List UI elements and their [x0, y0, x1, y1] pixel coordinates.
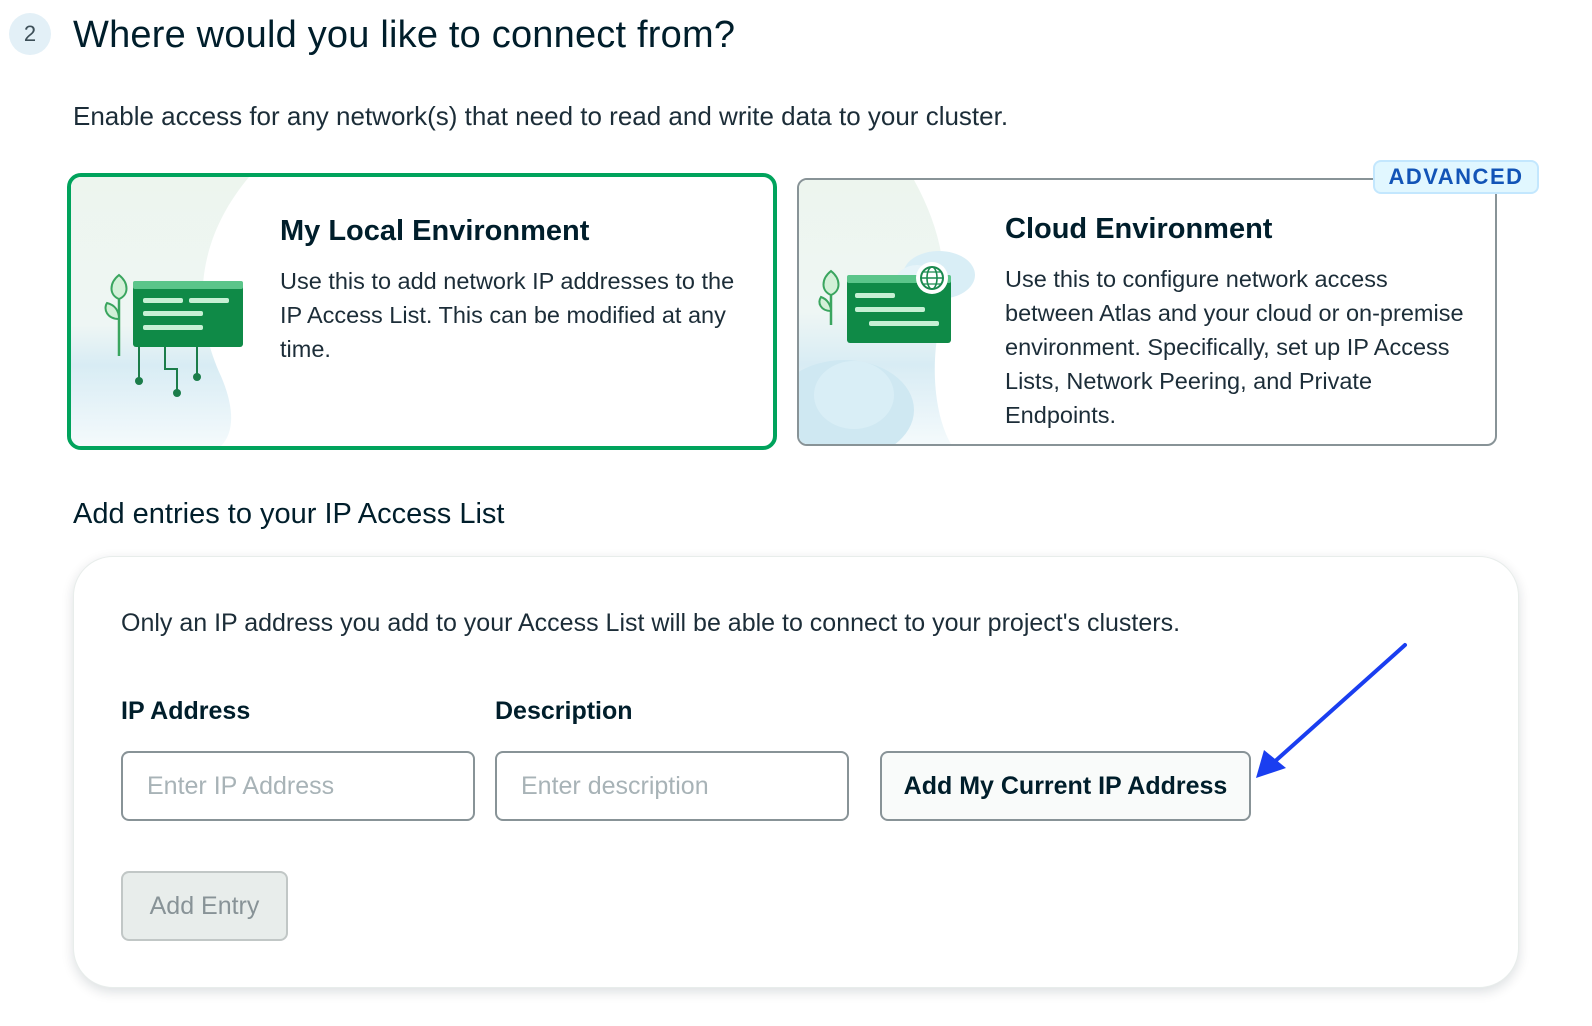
option-card-cloud-environment[interactable]: Cloud Environment Use this to configure …: [797, 178, 1497, 446]
page-subtitle: Enable access for any network(s) that ne…: [73, 101, 1009, 131]
option-title: Cloud Environment: [1005, 213, 1273, 245]
description-input[interactable]: [495, 751, 849, 821]
page-title: Where would you like to connect from?: [73, 14, 736, 56]
pointer-arrow-icon: [1256, 643, 1407, 778]
option-description: Use this to configure network access bet…: [1005, 266, 1464, 428]
ip-address-input[interactable]: [121, 751, 475, 821]
access-list-heading: Add entries to your IP Access List: [73, 498, 505, 530]
option-title: My Local Environment: [280, 215, 590, 247]
local-environment-illustration-icon: [104, 273, 243, 397]
step-number-badge: 2: [9, 13, 51, 55]
option-card-local-environment[interactable]: My Local Environment Use this to add net…: [67, 173, 777, 450]
cloud-environment-illustration-icon: [799, 251, 975, 444]
access-list-note: Only an IP address you add to your Acces…: [121, 609, 1181, 637]
description-label: Description: [495, 697, 633, 725]
add-entry-button[interactable]: Add Entry: [121, 871, 288, 941]
add-current-ip-button[interactable]: Add My Current IP Address: [880, 751, 1251, 821]
option-description: Use this to add network IP addresses to …: [280, 268, 735, 362]
advanced-badge: ADVANCED: [1373, 160, 1539, 194]
ip-address-label: IP Address: [121, 697, 251, 725]
